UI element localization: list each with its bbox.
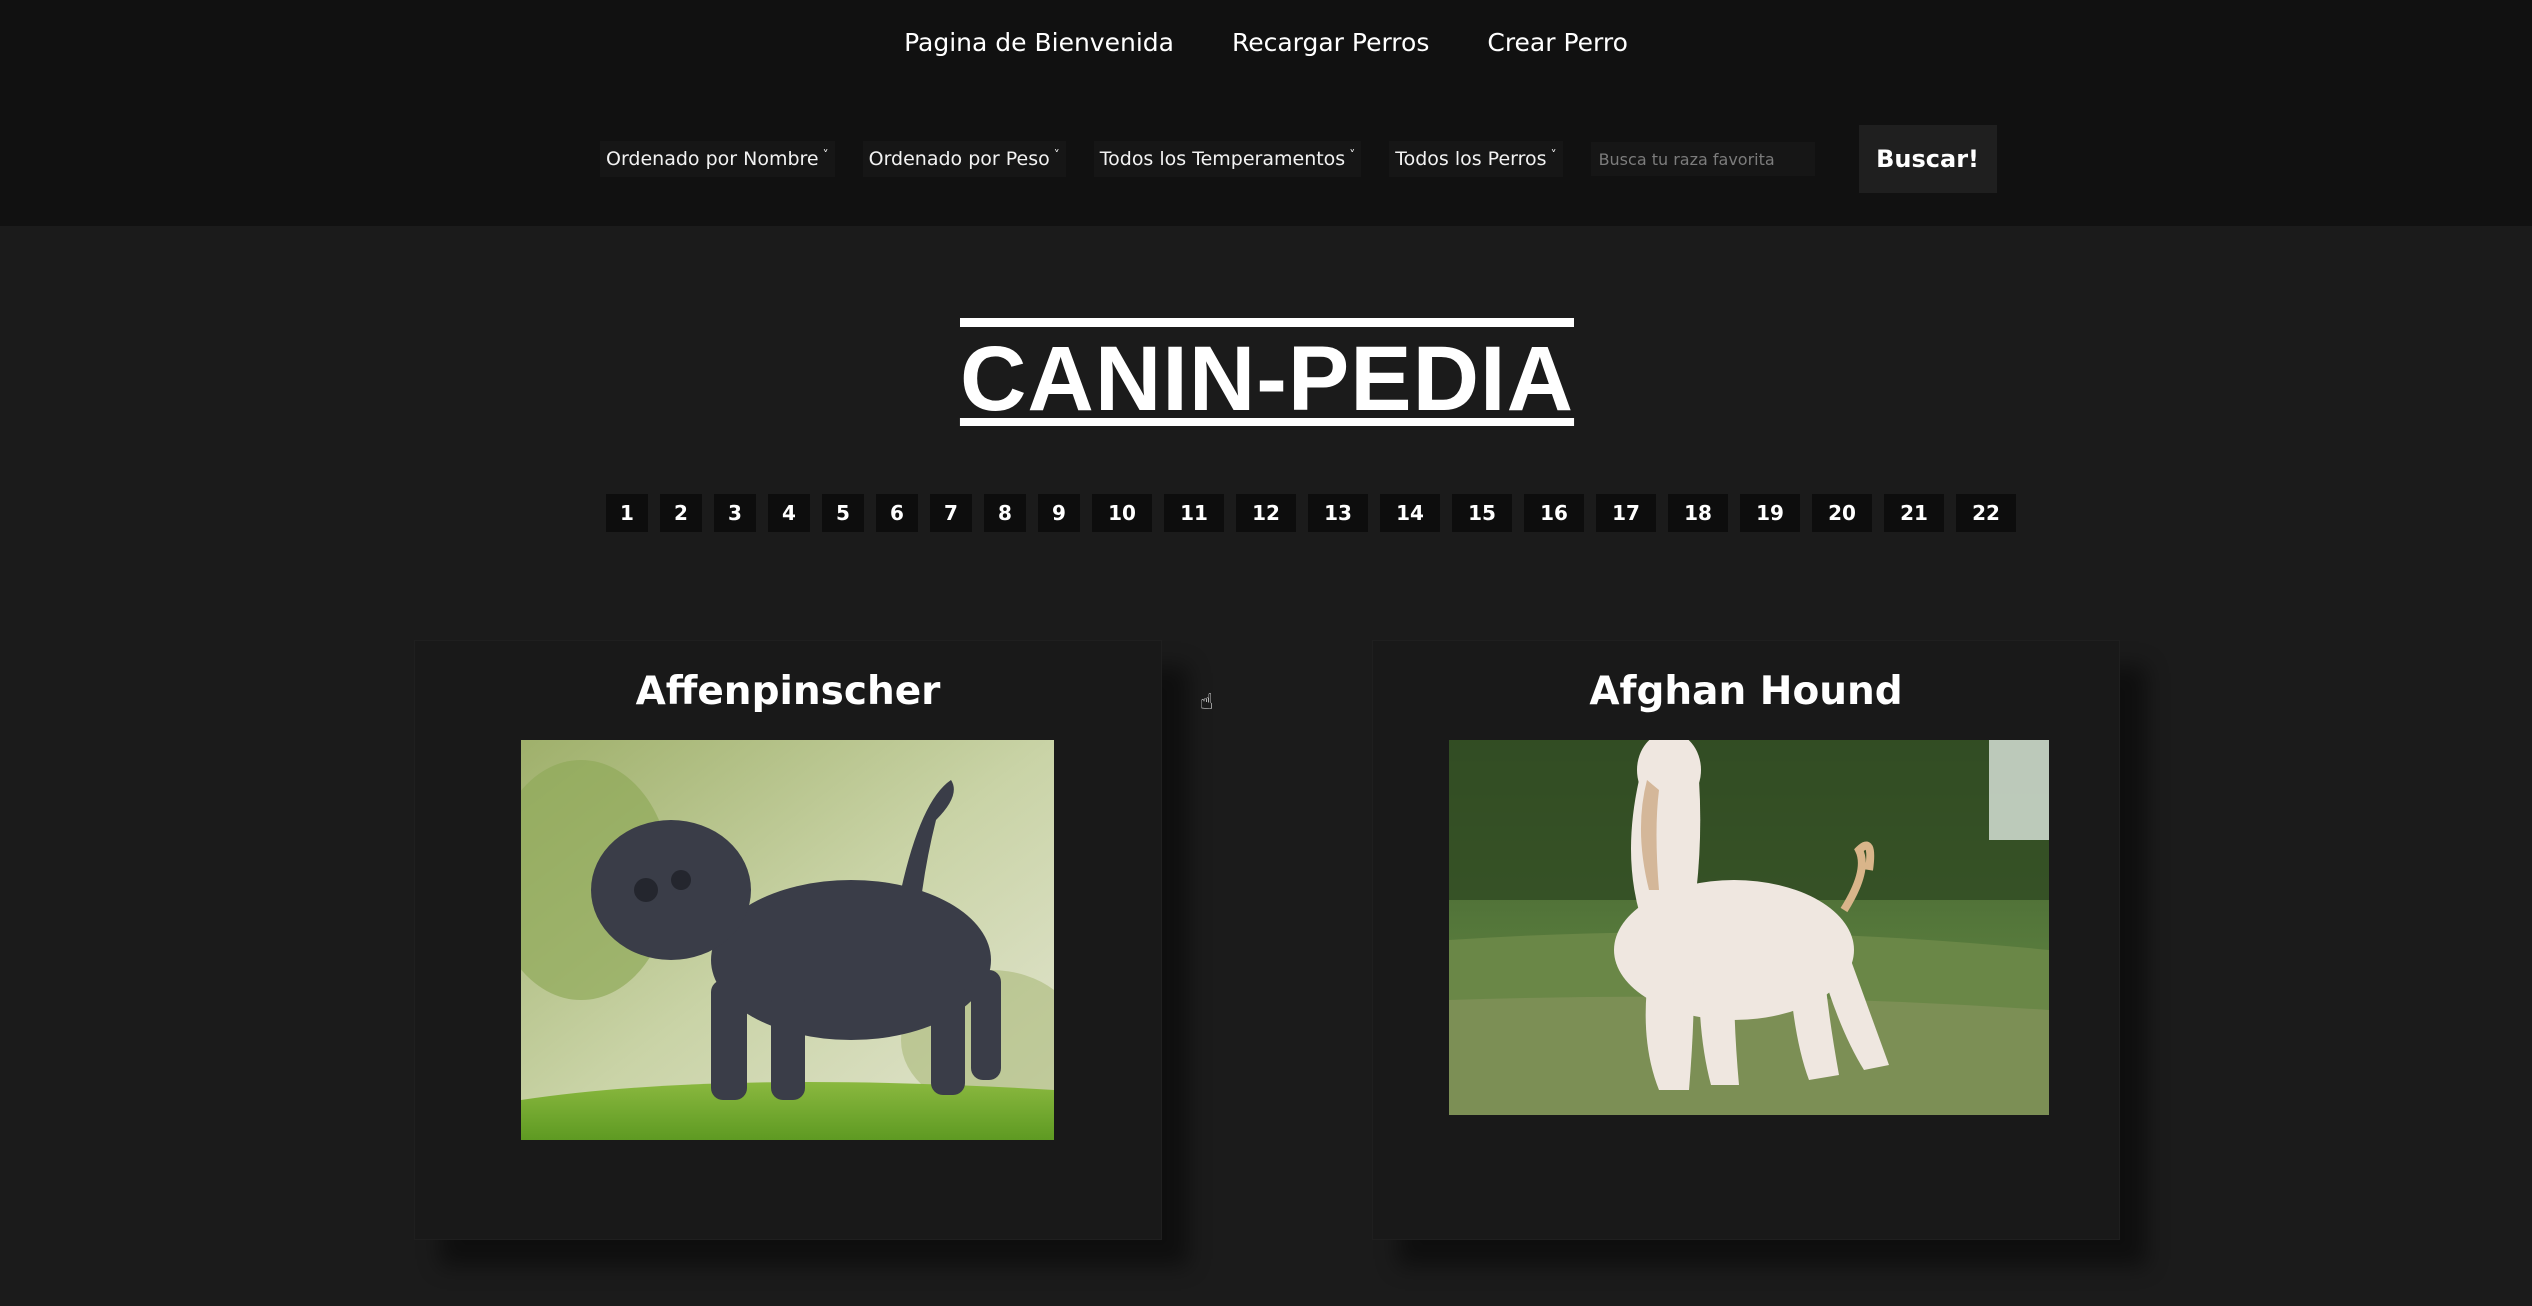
page-title: CANIN-PEDIA xyxy=(959,318,1575,425)
page-button-18[interactable]: 18 xyxy=(1668,494,1728,532)
page-button-8[interactable]: 8 xyxy=(984,494,1026,532)
page-button-21[interactable]: 21 xyxy=(1884,494,1944,532)
page-button-15[interactable]: 15 xyxy=(1452,494,1512,532)
sort-by-weight-select[interactable]: Ordenado por Peso ˅ xyxy=(862,141,1066,177)
hand-pointer-icon: ☝ xyxy=(1200,690,1214,715)
sort-by-weight-label: Ordenado por Peso xyxy=(868,148,1050,170)
page-button-6[interactable]: 6 xyxy=(876,494,918,532)
dogs-source-select[interactable]: Todos los Perros ˅ xyxy=(1389,141,1563,177)
page-button-1[interactable]: 1 xyxy=(606,494,648,532)
dog-card[interactable]: Affenpinscher xyxy=(414,640,1162,1240)
dog-card-name: Afghan Hound xyxy=(1589,669,1903,714)
dog-card[interactable]: Afghan Hound xyxy=(1372,640,2120,1240)
sort-by-name-label: Ordenado por Nombre xyxy=(606,148,819,170)
temperaments-select[interactable]: Todos los Temperamentos ˅ xyxy=(1093,141,1362,177)
page-button-9[interactable]: 9 xyxy=(1038,494,1080,532)
page-button-3[interactable]: 3 xyxy=(714,494,756,532)
nav-create-dog-link[interactable]: Crear Perro xyxy=(1487,28,1628,57)
title-wrap: CANIN-PEDIA xyxy=(0,318,2532,425)
dogs-source-label: Todos los Perros xyxy=(1395,148,1547,170)
nav-reload-dogs-link[interactable]: Recargar Perros xyxy=(1232,28,1429,57)
dog-card-image xyxy=(521,740,1054,1140)
page-button-22[interactable]: 22 xyxy=(1956,494,2016,532)
chevron-down-icon: ˅ xyxy=(822,148,829,162)
page-button-14[interactable]: 14 xyxy=(1380,494,1440,532)
page-button-11[interactable]: 11 xyxy=(1164,494,1224,532)
page-button-7[interactable]: 7 xyxy=(930,494,972,532)
dog-card-image xyxy=(1449,740,2049,1115)
page-button-16[interactable]: 16 xyxy=(1524,494,1584,532)
page-button-19[interactable]: 19 xyxy=(1740,494,1800,532)
pagination: 1 2 3 4 5 6 7 8 9 10 11 12 13 14 15 16 17 18 19 20 21 22 xyxy=(606,494,2016,532)
temperaments-label: Todos los Temperamentos xyxy=(1099,148,1346,170)
chevron-down-icon: ˅ xyxy=(1349,148,1356,162)
page-button-13[interactable]: 13 xyxy=(1308,494,1368,532)
search-button[interactable]: Buscar! xyxy=(1858,125,1997,193)
breed-search-input[interactable] xyxy=(1590,142,1815,176)
page-button-12[interactable]: 12 xyxy=(1236,494,1296,532)
nav-welcome-link[interactable]: Pagina de Bienvenida xyxy=(904,28,1174,57)
main-nav: Pagina de Bienvenida Recargar Perros Cre… xyxy=(0,28,2532,57)
page-button-5[interactable]: 5 xyxy=(822,494,864,532)
chevron-down-icon: ˅ xyxy=(1053,148,1060,162)
page-button-20[interactable]: 20 xyxy=(1812,494,1872,532)
dog-card-name: Affenpinscher xyxy=(635,669,941,714)
sort-by-name-select[interactable]: Ordenado por Nombre ˅ xyxy=(600,141,835,177)
page-button-4[interactable]: 4 xyxy=(768,494,810,532)
page-button-2[interactable]: 2 xyxy=(660,494,702,532)
top-bar: Pagina de Bienvenida Recargar Perros Cre… xyxy=(0,0,2532,226)
page-button-17[interactable]: 17 xyxy=(1596,494,1656,532)
page-button-10[interactable]: 10 xyxy=(1092,494,1152,532)
filters-bar: Ordenado por Nombre ˅ Ordenado por Peso … xyxy=(600,124,1997,194)
chevron-down-icon: ˅ xyxy=(1550,148,1557,162)
